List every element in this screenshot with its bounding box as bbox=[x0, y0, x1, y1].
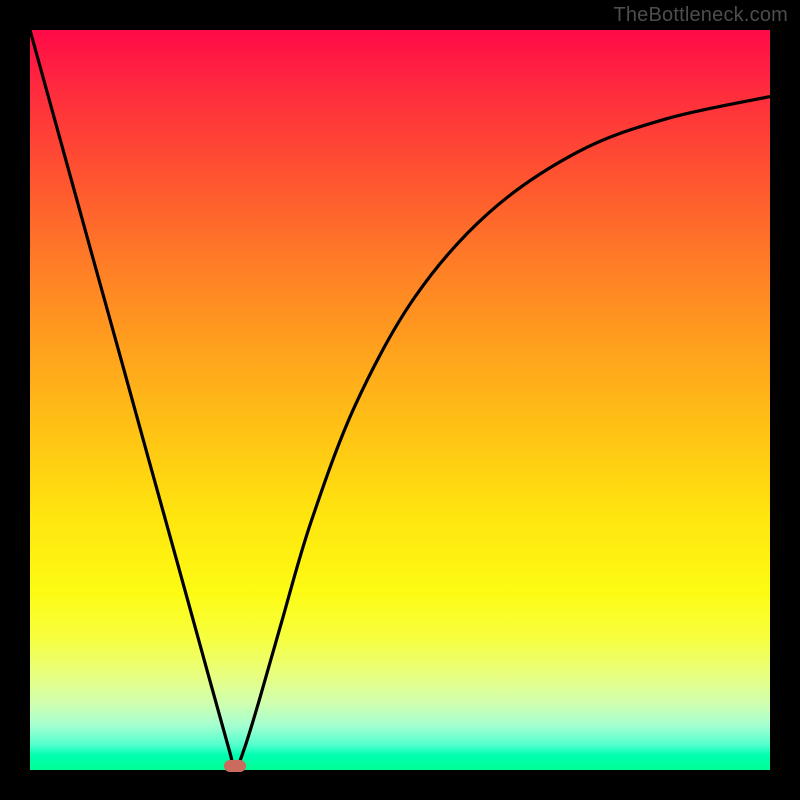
optimal-marker bbox=[224, 760, 246, 772]
watermark-text: TheBottleneck.com bbox=[613, 4, 788, 27]
bottleneck-curve bbox=[30, 30, 770, 770]
chart-area bbox=[30, 30, 770, 770]
